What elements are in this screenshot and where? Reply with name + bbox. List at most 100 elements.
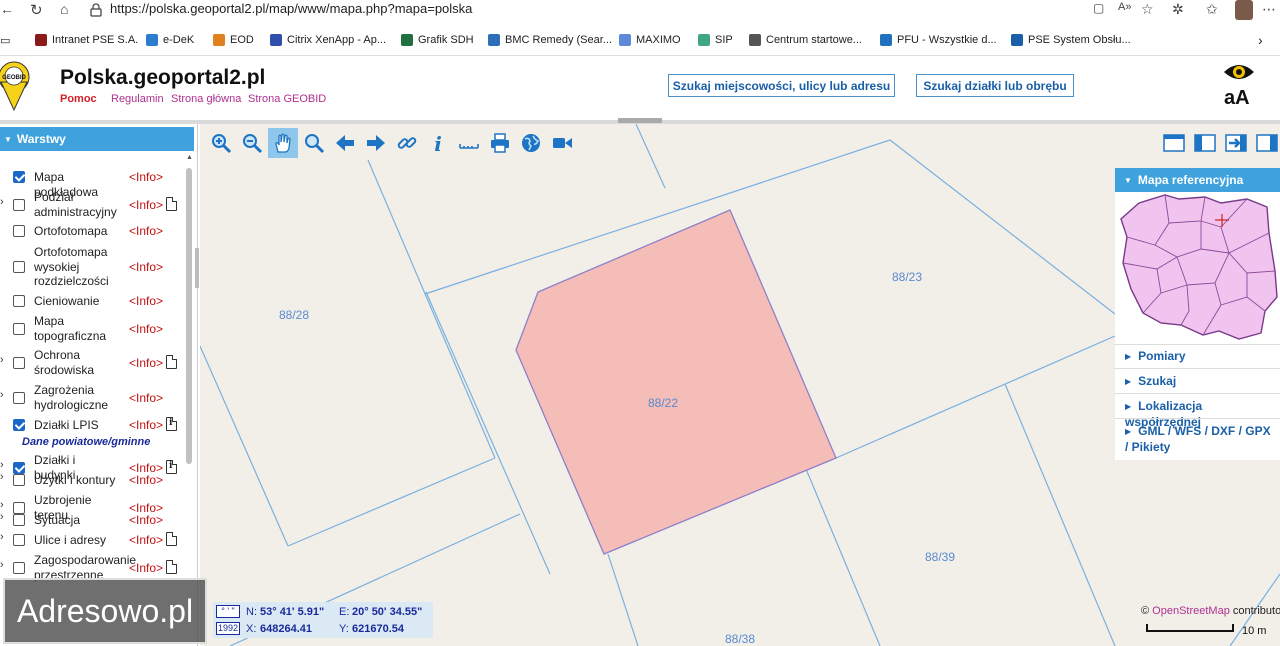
layout-right-panel-icon[interactable]	[1253, 130, 1280, 156]
layout-left-panel-icon[interactable]	[1191, 130, 1219, 156]
link-szukaj[interactable]: ▶ Szukaj	[1125, 374, 1277, 390]
layer-item[interactable]: Działki LPIS <Info>	[0, 417, 184, 433]
geobid-logo[interactable]: GEOBID	[0, 60, 32, 112]
layer-info-link[interactable]: <Info>	[129, 418, 163, 432]
print-icon[interactable]	[485, 128, 515, 158]
avatar[interactable]	[1235, 0, 1253, 20]
layer-info-link[interactable]: <Info>	[129, 561, 163, 575]
scroll-up-icon[interactable]: ▲	[186, 154, 193, 161]
link-strona-geobid[interactable]: Strona GEOBID	[248, 93, 326, 105]
layers-header[interactable]: ▼ Warstwy	[0, 127, 194, 151]
site-title[interactable]: Polska.geoportal2.pl	[60, 66, 265, 90]
layer-item[interactable]: Ortofotomapa wysokiej rozdzielczości <Inf…	[0, 245, 184, 289]
zoom-out-icon[interactable]	[237, 128, 267, 158]
layer-checkbox[interactable]	[13, 225, 25, 238]
layout-top-panel-icon[interactable]	[1160, 130, 1188, 156]
home-icon[interactable]: ⌂	[60, 1, 68, 17]
link-icon[interactable]	[392, 128, 422, 158]
layer-checkbox[interactable]	[13, 356, 25, 369]
bookmark-item[interactable]: Centrum startowe...	[749, 32, 862, 48]
video-camera-icon[interactable]	[547, 128, 577, 158]
layer-item[interactable]: Mapa podkładowa <Info>	[0, 170, 184, 199]
arrow-right-icon[interactable]	[361, 128, 391, 158]
bookmark-item[interactable]: BMC Remedy (Sear...	[488, 32, 612, 48]
layer-checkbox[interactable]	[13, 295, 25, 308]
reference-map[interactable]	[1117, 193, 1279, 343]
layer-item[interactable]: › Podział administracyjny <Info>	[0, 190, 184, 219]
bookmark-item[interactable]: PSE System Obsłu...	[1011, 32, 1131, 48]
document-icon[interactable]	[166, 196, 177, 211]
bookmark-item[interactable]: MAXIMO	[619, 32, 681, 48]
layer-checkbox[interactable]	[13, 514, 25, 527]
layer-checkbox[interactable]	[13, 419, 25, 432]
zoom-in-icon[interactable]	[206, 128, 236, 158]
info-document-icon[interactable]	[166, 459, 177, 474]
layer-info-link[interactable]: <Info>	[129, 513, 163, 527]
bookmark-item[interactable]: SIP	[698, 32, 733, 48]
info-icon[interactable]: i	[423, 128, 453, 158]
layer-item[interactable]: › Użytki i kontury <Info>	[0, 471, 184, 488]
bookmark-item[interactable]: Grafik SDH	[401, 32, 474, 48]
extensions-icon[interactable]: ✲	[1172, 1, 1184, 18]
bookmark-item[interactable]: e-DeK	[146, 32, 194, 48]
layer-info-link[interactable]: <Info>	[129, 533, 163, 547]
arrow-left-icon[interactable]	[330, 128, 360, 158]
search-location-button[interactable]: Szukaj miejscowości, ulicy lub adresu	[668, 74, 895, 97]
layer-item[interactable]: › Ochrona środowiska <Info>	[0, 348, 184, 377]
favorite-star-icon[interactable]: ☆	[1141, 1, 1154, 18]
link-pomiary[interactable]: ▶ Pomiary	[1125, 349, 1277, 365]
expand-chevron-icon[interactable]: ›	[0, 196, 4, 208]
layer-info-link[interactable]: <Info>	[129, 198, 163, 212]
expand-chevron-icon[interactable]: ›	[0, 389, 4, 401]
layer-checkbox[interactable]	[13, 461, 25, 474]
bookmark-item[interactable]: Intranet PSE S.A.	[35, 32, 138, 48]
expand-chevron-icon[interactable]: ›	[0, 471, 4, 483]
info-document-icon[interactable]	[166, 417, 177, 432]
bookmarks-folder-icon[interactable]: ▭	[0, 32, 10, 48]
favorites-icon[interactable]: ✩	[1206, 1, 1218, 18]
expand-chevron-icon[interactable]: ›	[0, 511, 4, 523]
panel-resize-handle[interactable]	[195, 248, 199, 288]
font-size-toggle[interactable]: aA	[1224, 87, 1250, 110]
expand-chevron-icon[interactable]: ›	[0, 559, 4, 571]
expand-chevron-icon[interactable]: ›	[0, 459, 4, 471]
layer-checkbox[interactable]	[13, 260, 25, 273]
layer-item[interactable]: › Ulice i adresy <Info>	[0, 531, 184, 548]
layer-checkbox[interactable]	[13, 391, 25, 404]
expand-chevron-icon[interactable]: ›	[0, 499, 4, 511]
pan-hand-icon[interactable]	[268, 128, 298, 158]
bookmark-item[interactable]: PFU - Wszystkie d...	[880, 32, 997, 48]
layer-checkbox[interactable]	[13, 501, 25, 514]
coord-mode-degrees[interactable]: ° ' "	[216, 605, 240, 618]
osm-link[interactable]: OpenStreetMap	[1152, 605, 1230, 617]
layer-item[interactable]: › Sytuacja <Info>	[0, 511, 184, 528]
layer-info-link[interactable]: <Info>	[129, 473, 163, 487]
globe-icon[interactable]	[516, 128, 546, 158]
read-aloud-icon[interactable]: A»	[1118, 1, 1131, 13]
document-icon[interactable]	[166, 354, 177, 369]
layer-checkbox[interactable]	[13, 171, 25, 184]
search-parcel-button[interactable]: Szukaj działki lub obrębu	[916, 74, 1074, 97]
header-resize-handle[interactable]	[618, 118, 662, 123]
layer-item[interactable]: Cieniowanie <Info>	[0, 294, 184, 309]
more-icon[interactable]: ⋯	[1262, 1, 1276, 18]
expand-chevron-icon[interactable]: ›	[0, 354, 4, 366]
reference-map-header[interactable]: ▼ Mapa referencyjna	[1115, 168, 1280, 192]
scrollbar-thumb[interactable]	[186, 168, 192, 464]
layer-item[interactable]: Ortofotomapa <Info>	[0, 224, 184, 239]
eye-icon[interactable]	[1222, 60, 1256, 84]
layer-checkbox[interactable]	[13, 198, 25, 211]
layer-checkbox[interactable]	[13, 322, 25, 335]
document-icon[interactable]	[166, 532, 177, 547]
layer-item[interactable]: › Zagrożenia hydrologiczne <Info>	[0, 383, 184, 412]
selected-parcel[interactable]	[515, 209, 837, 555]
layer-checkbox[interactable]	[13, 534, 25, 547]
link-strona-glowna[interactable]: Strona główna	[171, 93, 241, 105]
layer-info-link[interactable]: <Info>	[129, 294, 163, 308]
back-icon[interactable]: ←	[0, 1, 14, 17]
document-icon[interactable]	[166, 559, 177, 574]
layer-checkbox[interactable]	[13, 561, 25, 574]
coord-mode-1992[interactable]: 1992	[216, 622, 240, 635]
expand-chevron-icon[interactable]: ›	[0, 531, 4, 543]
bookmark-item[interactable]: EOD	[213, 32, 254, 48]
